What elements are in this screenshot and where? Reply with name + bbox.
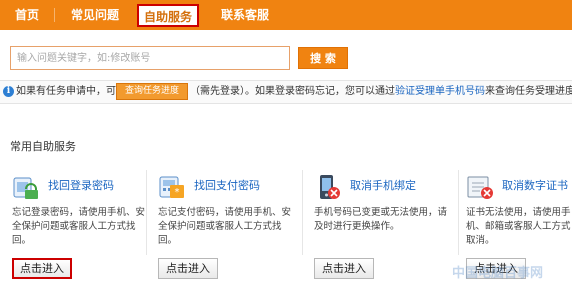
card-description: 忘记支付密码，请使用手机、安全保护问题或客服人工方式找回。 — [158, 207, 292, 246]
card-unbind-phone: 取消手机绑定 手机号码已变更或无法使用，请及时进行更换操作。 点击进入 — [310, 170, 450, 282]
check-progress-button[interactable]: 查询任务进度 — [116, 83, 188, 100]
notice-suffix: （需先登录）。如果登录密码忘记，您可以通过验证受理单手机号码来查询任务受理进度。 — [190, 85, 572, 98]
section-title: 常用自助服务 — [10, 140, 76, 153]
enter-button[interactable]: 点击进入 — [314, 258, 374, 279]
tab-faq[interactable]: 常见问题 — [62, 0, 128, 30]
svg-text:*: * — [175, 187, 180, 198]
enter-button[interactable]: 点击进入 — [12, 258, 72, 279]
tab-self-service[interactable]: 自助服务 — [137, 4, 199, 27]
nav-separator — [54, 8, 55, 22]
search-button[interactable]: 搜 索 — [298, 47, 348, 69]
tab-home[interactable]: 首页 — [6, 0, 48, 30]
card-description: 忘记登录密码，请使用手机、安全保护问题或客服人工方式找回。 — [12, 207, 146, 246]
card-find-login-password: 找回登录密码 忘记登录密码，请使用手机、安全保护问题或客服人工方式找回。 点击进… — [8, 170, 148, 282]
certificate-icon — [467, 176, 493, 199]
keypad-icon: * — [159, 176, 184, 198]
card-title[interactable]: 取消数字证书 — [502, 177, 568, 193]
card-divider — [146, 170, 147, 255]
info-icon: i — [3, 86, 14, 97]
notice-prefix: 如果有任务申请中，可 — [16, 86, 116, 97]
notice-text-2: 来查询任务受理进度。 — [485, 86, 572, 97]
lock-icon — [13, 177, 38, 199]
watermark: 中国电脑百事网 — [452, 266, 544, 281]
enter-button[interactable]: 点击进入 — [158, 258, 218, 279]
card-description: 手机号码已变更或无法使用，请及时进行更换操作。 — [314, 207, 448, 232]
phone-icon — [320, 175, 340, 199]
card-title[interactable]: 找回登录密码 — [48, 177, 114, 193]
top-nav: 首页 常见问题 自助服务 联系客服 — [0, 0, 572, 30]
card-divider — [302, 170, 303, 255]
search-input[interactable] — [10, 46, 290, 70]
card-find-payment-password: * 找回支付密码 忘记支付密码，请使用手机、安全保护问题或客服人工方式找回。 点… — [154, 170, 294, 282]
tab-contact-support[interactable]: 联系客服 — [212, 0, 278, 30]
card-title[interactable]: 找回支付密码 — [194, 177, 260, 193]
card-divider — [458, 170, 459, 255]
card-title[interactable]: 取消手机绑定 — [350, 177, 416, 193]
verify-phone-link[interactable]: 验证受理单手机号码 — [395, 86, 485, 97]
notice-text-1: （需先登录）。如果登录密码忘记，您可以通过 — [190, 86, 395, 97]
notice-bar: i 如果有任务申请中，可 查询任务进度 （需先登录）。如果登录密码忘记，您可以通… — [0, 80, 572, 104]
card-description: 证书无法使用，请使用手机、邮箱或客服人工方式取消。 — [466, 207, 571, 246]
